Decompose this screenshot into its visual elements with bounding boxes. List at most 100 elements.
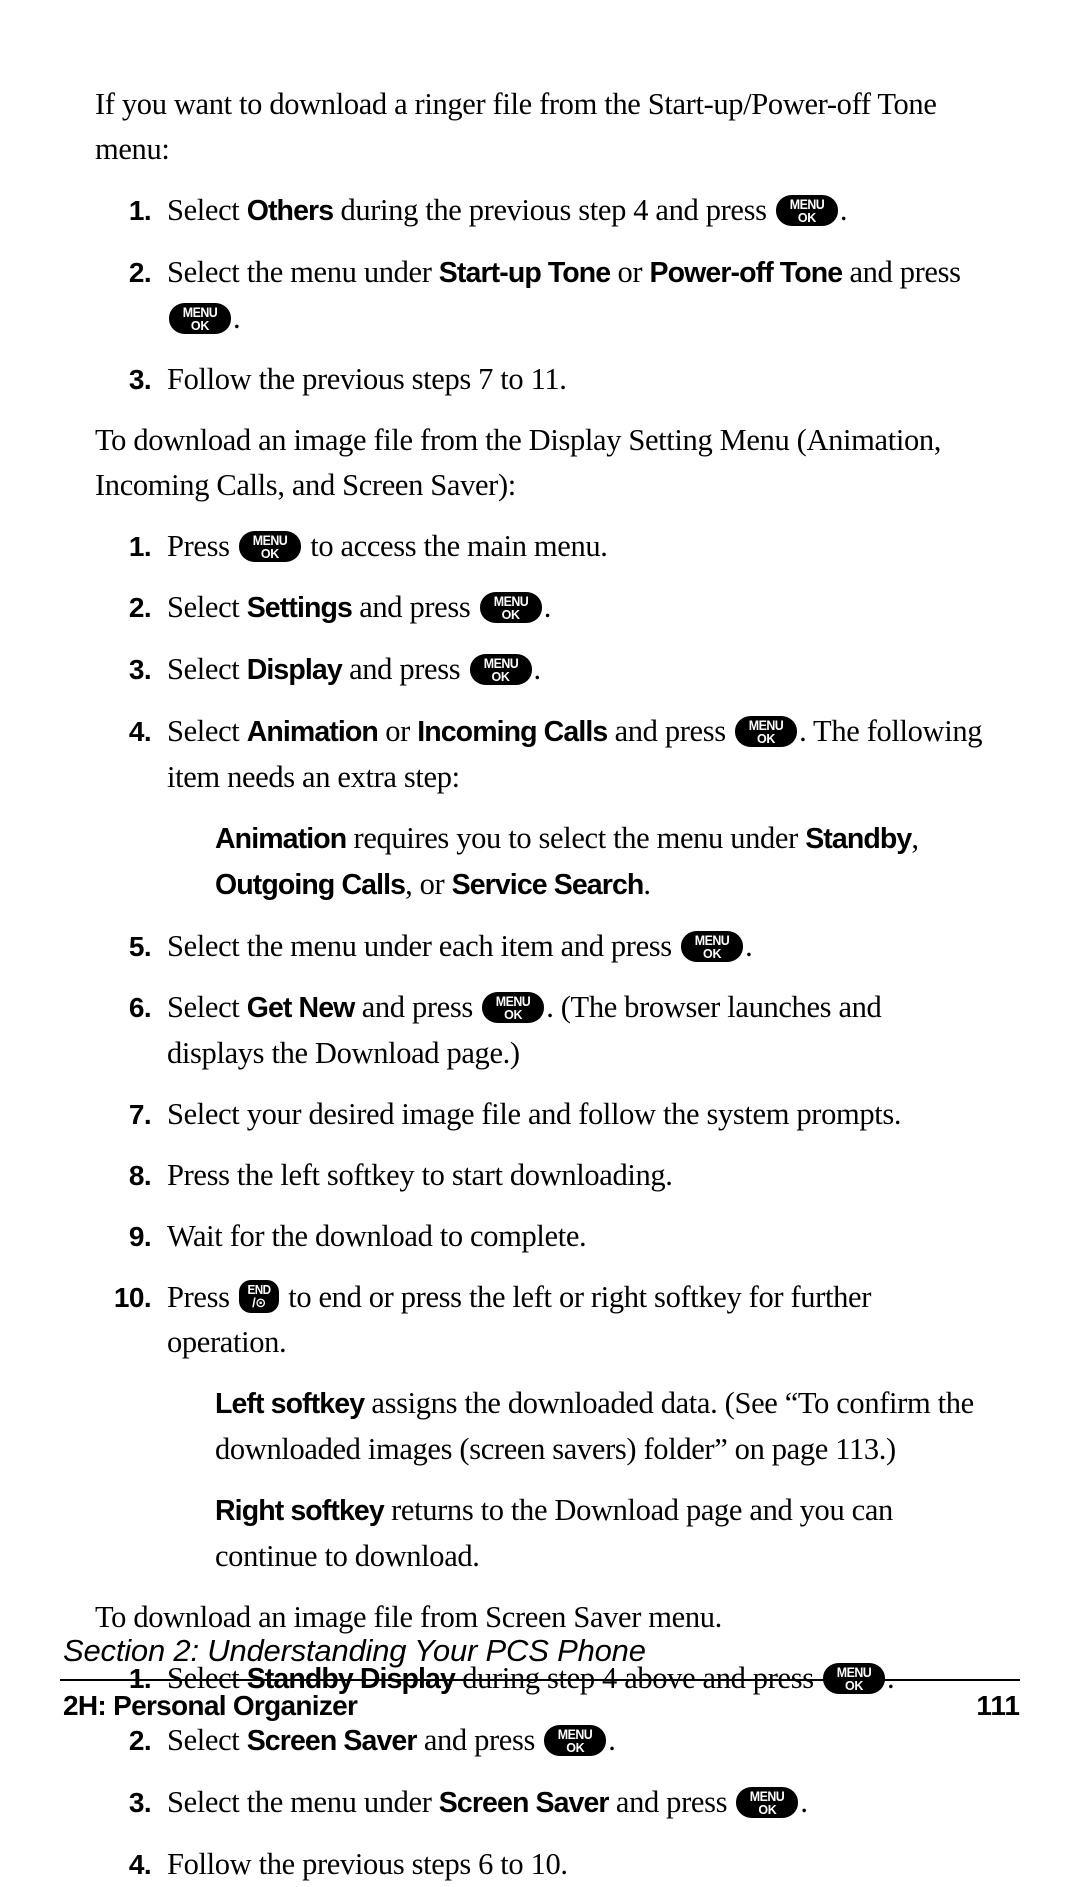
key-label-line1: MENU	[252, 533, 288, 548]
list-item-text: Press MENU OK to access the main menu.	[167, 529, 608, 563]
list-item-number: 3.	[128, 364, 152, 395]
list-item-text: Select the menu under Start-up Tone or P…	[167, 255, 961, 335]
list-item-number: 10.	[113, 1282, 152, 1313]
list-item-text: Press the left softkey to start download…	[167, 1158, 673, 1192]
list-item: 5. Select the menu under each item and pr…	[95, 924, 985, 969]
list-item-number: 3.	[128, 1787, 152, 1818]
menu-ok-key-icon: MENU OK	[544, 1725, 607, 1756]
list-item-number: 2.	[128, 257, 152, 288]
list-item-number: 4.	[128, 1849, 152, 1880]
list-item-text: Select the menu under each item and pres…	[167, 929, 753, 963]
ordered-list-ringer-download: 1. Select Others during the previous step…	[95, 188, 985, 402]
key-label-line2: OK	[758, 1802, 777, 1817]
list-item: 3. Follow the previous steps 7 to 11.	[95, 357, 985, 402]
menu-ok-key-icon: MENU OK	[238, 531, 301, 562]
menu-ok-key-icon: MENU OK	[479, 592, 542, 623]
left-softkey-note: Left softkey assigns the downloaded data…	[215, 1386, 974, 1466]
emphasis-text: Standby	[805, 823, 912, 855]
key-label-line1: MENU	[789, 197, 825, 212]
key-label-line2: OK	[501, 607, 520, 622]
list-item-text: Select Settings and press MENU OK.	[167, 590, 551, 624]
key-label-line1: MENU	[748, 718, 784, 733]
key-label-line1: MENU	[483, 656, 518, 671]
emphasis-text: Left softkey	[215, 1388, 365, 1420]
list-item-number: 2.	[128, 1725, 152, 1756]
menu-ok-key-icon: MENU OK	[482, 992, 545, 1023]
key-label-line2: OK	[566, 1740, 585, 1755]
list-item: 2. Select the menu under Start-up Tone or…	[95, 250, 985, 341]
list-item: 3. Select Display and press MENU OK.	[95, 647, 985, 693]
emphasis-text: Settings	[246, 592, 353, 624]
emphasis-text: Service Search	[451, 869, 645, 901]
animation-extra-step-note: Animation requires you to select the men…	[215, 821, 919, 901]
list-item-number: 4.	[128, 716, 152, 747]
emphasis-text: Others	[246, 195, 334, 227]
display-setting-paragraph: To download an image file from the Displ…	[95, 423, 942, 502]
list-item-text: Select the menu under Screen Saver and p…	[167, 1785, 808, 1819]
menu-ok-key-icon: MENU OK	[775, 195, 838, 226]
list-item: 1. Select Others during the previous step…	[95, 188, 985, 234]
key-label-line2: OK	[260, 546, 279, 561]
page-footer: Section 2: Understanding Your PCS Phone …	[60, 1633, 1020, 1722]
list-item-number: 9.	[128, 1221, 152, 1252]
ordered-list-image-download-part1: 1. Press MENU OK to access the main menu. 2…	[95, 524, 985, 800]
key-label-line2: OK	[797, 210, 816, 225]
list-item-text: Select your desired image file and follo…	[167, 1097, 902, 1131]
key-label-line2: OK	[491, 669, 510, 684]
emphasis-text: Start-up Tone	[438, 257, 611, 289]
key-label-line2: OK	[756, 731, 776, 746]
list-item: 6. Select Get New and press MENU OK. (The …	[95, 985, 985, 1076]
list-item: 2. Select Screen Saver and press MENU OK.	[95, 1718, 985, 1764]
emphasis-text: Screen Saver	[438, 1787, 610, 1819]
list-item-text: Follow the previous steps 6 to 10.	[167, 1847, 568, 1881]
list-item-text: Press END/⊙ to end or press the left or …	[167, 1280, 871, 1359]
key-label-line1: MENU	[495, 994, 531, 1009]
key-label-line1: MENU	[493, 594, 528, 609]
list-item: 2. Select Settings and press MENU OK.	[95, 585, 985, 631]
list-item-text: Select Get New and press MENU OK. (The br…	[167, 990, 882, 1070]
key-label-line1: END	[247, 1282, 271, 1297]
list-item: 9. Wait for the download to complete.	[95, 1214, 985, 1259]
list-item-text: Select Display and press MENU OK.	[167, 652, 541, 686]
key-label-line2: OK	[190, 318, 210, 333]
menu-ok-key-icon: MENU OK	[469, 654, 532, 685]
list-item-number: 6.	[128, 992, 152, 1023]
list-item-number: 5.	[128, 931, 152, 962]
footer-chapter-title: 2H: Personal Organizer	[63, 1690, 358, 1721]
right-softkey-note: Right softkey returns to the Download pa…	[215, 1493, 893, 1573]
intro-paragraph: If you want to download a ringer file fr…	[95, 87, 937, 166]
emphasis-text: Screen Saver	[246, 1725, 418, 1757]
list-item-text: Wait for the download to complete.	[167, 1219, 587, 1253]
list-item: 1. Press MENU OK to access the main menu.	[95, 524, 985, 569]
key-label-line2: OK	[703, 946, 722, 961]
ordered-list-image-download-part2: 5. Select the menu under each item and pr…	[95, 924, 985, 1365]
footer-divider	[60, 1679, 1020, 1681]
footer-page-number: 111	[976, 1690, 1020, 1721]
list-item: 8. Press the left softkey to start downlo…	[95, 1153, 985, 1198]
emphasis-text: Power-off Tone	[649, 257, 843, 289]
list-item-text: Select Others during the previous step 4…	[167, 193, 848, 227]
emphasis-text: Display	[246, 654, 343, 686]
list-item-number: 1.	[128, 195, 152, 226]
emphasis-text: Incoming Calls	[417, 716, 608, 748]
list-item: 10. Press END/⊙ to end or press the left …	[95, 1275, 985, 1365]
list-item-text: Select Animation or Incoming Calls and p…	[167, 714, 983, 794]
list-item: 4. Follow the previous steps 6 to 10.	[95, 1842, 985, 1887]
list-item-number: 1.	[128, 531, 152, 562]
emphasis-text: Animation	[215, 823, 347, 855]
menu-ok-key-icon: MENU OK	[681, 931, 744, 962]
list-item-text: Follow the previous steps 7 to 11.	[167, 362, 567, 396]
menu-ok-key-icon: MENU OK	[169, 303, 231, 334]
manual-page: If you want to download a ringer file fr…	[0, 0, 1080, 1881]
key-label-line1: MENU	[694, 933, 730, 948]
emphasis-text: Right softkey	[215, 1495, 385, 1527]
key-label-line1: MENU	[750, 1789, 785, 1804]
key-label-line2: /⊙	[252, 1295, 266, 1310]
key-label-line2: OK	[504, 1007, 523, 1022]
end-power-key-icon: END/⊙	[238, 1280, 279, 1313]
menu-ok-key-icon: MENU OK	[736, 1787, 799, 1818]
list-item-text: Select Screen Saver and press MENU OK.	[167, 1723, 616, 1757]
footer-section-title: Section 2: Understanding Your PCS Phone	[63, 1633, 646, 1668]
list-item: 4. Select Animation or Incoming Calls and…	[95, 709, 985, 800]
key-label-line1: MENU	[558, 1727, 593, 1742]
